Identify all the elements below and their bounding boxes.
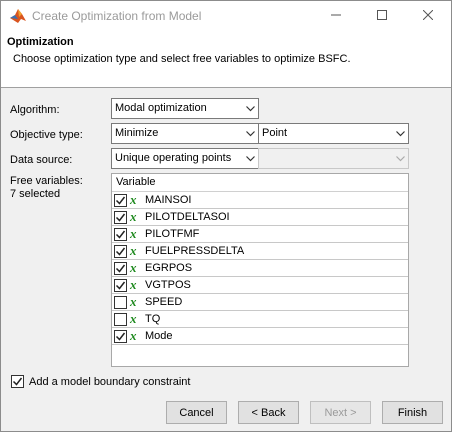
variable-checkbox[interactable] [114,313,127,326]
checkmark-icon [12,377,23,386]
variable-name: VGTPOS [145,279,191,291]
variable-row[interactable]: x MAINSOI [112,192,408,209]
checkmark-icon [115,247,126,256]
x-variable-icon: x [130,294,137,309]
minimize-icon [331,10,341,23]
chevron-down-icon [242,99,258,118]
variables-table: Variable x MAINSOI x PILOTDELTASOI x PILOTFMF… [111,173,409,367]
variable-checkbox[interactable] [114,279,127,292]
chevron-down-icon [392,124,408,143]
checkmark-icon [115,196,126,205]
header-subtitle: Choose optimization type and select free… [13,53,351,65]
objective-type-label: Objective type: [10,129,83,141]
chevron-down-icon [392,149,408,168]
chevron-down-icon [242,124,258,143]
back-button[interactable]: < Back [238,401,299,424]
data-source-value: Unique operating points [115,152,232,164]
variable-column-header[interactable]: Variable [112,174,408,192]
variable-checkbox[interactable] [114,296,127,309]
close-button[interactable] [405,1,451,32]
maximize-button[interactable] [359,1,405,32]
checkmark-icon [115,213,126,222]
variable-row[interactable]: x EGRPOS [112,260,408,277]
next-button[interactable]: Next > [310,401,371,424]
variable-checkbox[interactable] [114,262,127,275]
dialog-window: Create Optimization from Model Optimizat… [0,0,452,432]
x-variable-icon: x [130,260,137,275]
free-variables-label: Free variables: [10,175,83,187]
objective-mode-dropdown[interactable]: Point [258,123,409,144]
variable-name: TQ [145,313,161,325]
variable-row[interactable]: x TQ [112,311,408,328]
boundary-constraint-checkbox[interactable] [11,375,24,388]
variable-checkbox[interactable] [114,228,127,241]
variable-name: EGRPOS [145,262,193,274]
close-icon [422,9,434,23]
matlab-logo-icon [9,8,27,24]
variable-name: FUELPRESSDELTA [145,245,245,257]
window-title: Create Optimization from Model [32,9,202,23]
variable-name: SPEED [145,296,183,308]
free-variables-count: 7 selected [10,188,61,200]
chevron-down-icon [242,149,258,168]
objective-mode-value: Point [262,127,288,139]
variable-row[interactable]: x PILOTFMF [112,226,408,243]
variable-name: Mode [145,330,173,342]
boundary-constraint-label: Add a model boundary constraint [29,376,191,388]
x-variable-icon: x [130,243,137,258]
variable-row[interactable]: x SPEED [112,294,408,311]
title-bar: Create Optimization from Model [1,1,451,32]
algorithm-label: Algorithm: [10,104,60,116]
objective-type-dropdown[interactable]: Minimize [111,123,259,144]
objective-type-value: Minimize [115,127,159,139]
variable-checkbox[interactable] [114,245,127,258]
x-variable-icon: x [130,277,137,292]
x-variable-icon: x [130,328,137,343]
variable-checkbox[interactable] [114,211,127,224]
variable-row[interactable]: x VGTPOS [112,277,408,294]
data-source-secondary-dropdown[interactable] [258,148,409,169]
variable-row[interactable]: x Mode [112,328,408,345]
data-source-label: Data source: [10,154,73,166]
variable-row[interactable]: x FUELPRESSDELTA [112,243,408,260]
header-title: Optimization [7,36,74,48]
variable-name: PILOTFMF [145,228,200,240]
dialog-header: Optimization Choose optimization type an… [1,32,451,88]
x-variable-icon: x [130,311,137,326]
cancel-button[interactable]: Cancel [166,401,227,424]
checkmark-icon [115,281,126,290]
finish-button[interactable]: Finish [382,401,443,424]
variable-checkbox[interactable] [114,194,127,207]
variable-row[interactable]: x PILOTDELTASOI [112,209,408,226]
algorithm-value: Modal optimization [115,102,207,114]
variable-checkbox[interactable] [114,330,127,343]
x-variable-icon: x [130,226,137,241]
checkmark-icon [115,264,126,273]
data-source-dropdown[interactable]: Unique operating points [111,148,259,169]
variable-name: MAINSOI [145,194,192,206]
variable-name: PILOTDELTASOI [145,211,230,223]
x-variable-icon: x [130,192,137,207]
minimize-button[interactable] [313,1,359,32]
checkmark-icon [115,230,126,239]
x-variable-icon: x [130,209,137,224]
algorithm-dropdown[interactable]: Modal optimization [111,98,259,119]
checkmark-icon [115,332,126,341]
variable-rows: x MAINSOI x PILOTDELTASOI x PILOTFMF x FUELPRES… [112,192,408,345]
maximize-icon [377,10,387,23]
